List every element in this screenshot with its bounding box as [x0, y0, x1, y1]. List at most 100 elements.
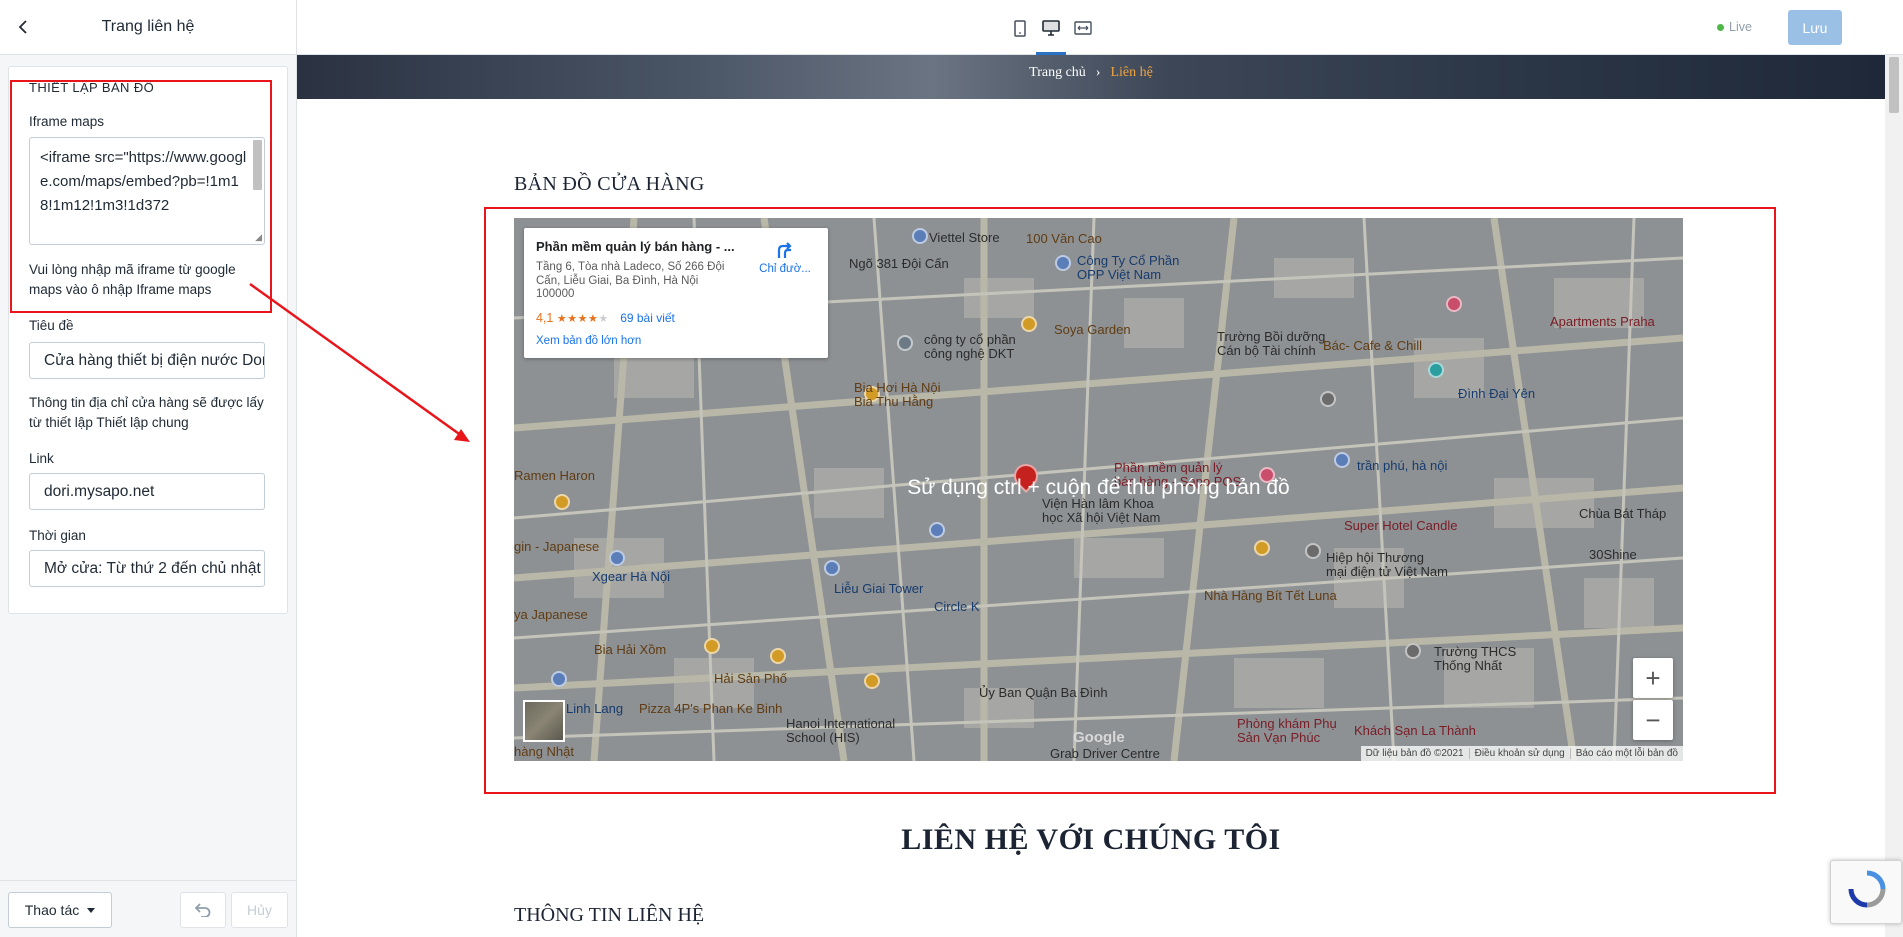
reviews-link[interactable]: 69 bài viết — [620, 311, 675, 325]
report-error-link[interactable]: Báo cáo một lỗi bản đồ — [1569, 748, 1683, 759]
map-poi-icon[interactable] — [704, 638, 720, 654]
map-label: Liễu Giai Tower — [834, 581, 924, 596]
title-label: Tiêu đề — [29, 318, 74, 333]
link-input[interactable]: dori.mysapo.net — [29, 473, 265, 510]
cancel-button[interactable]: Hủy — [231, 892, 288, 928]
view-larger-map-link[interactable]: Xem bản đồ lớn hơn — [536, 335, 641, 347]
actions-dropdown[interactable]: Thao tác — [8, 892, 112, 928]
map-poi-icon[interactable] — [1428, 362, 1444, 378]
map-poi-icon[interactable] — [1254, 540, 1270, 556]
map-label: Hanoi International School (HIS) — [786, 716, 896, 745]
map-poi-icon[interactable] — [609, 550, 625, 566]
store-map-title: BẢN ĐỒ CỬA HÀNG — [514, 173, 705, 195]
directions-button[interactable]: Chỉ đườ... — [752, 240, 818, 275]
map-label: Công Ty Cổ Phần OPP Việt Nam — [1077, 253, 1180, 282]
preview-scrollbar[interactable] — [1885, 55, 1903, 937]
map-attribution: Dữ liệu bản đồ ©2021 Điều khoản sử dụng … — [1360, 746, 1683, 761]
breadcrumb: Trang chủ › Liên hệ — [297, 65, 1885, 81]
map-label: 30Shine — [1589, 547, 1637, 562]
satellite-toggle[interactable] — [523, 700, 565, 742]
page-preview: Trang chủ › Liên hệ BẢN ĐỒ CỬA HÀNG Viet… — [297, 55, 1885, 937]
map-poi-icon[interactable] — [912, 228, 928, 244]
save-button[interactable]: Lưu — [1788, 10, 1842, 45]
map-label: Ngõ 381 Đội Cấn — [849, 256, 949, 271]
title-input[interactable]: Cửa hàng thiết bị điện nước Dori — [29, 342, 265, 379]
directions-icon — [777, 242, 792, 258]
time-input[interactable]: Mở cửa: Từ thứ 2 đến chủ nhật — [29, 550, 265, 587]
map-label: gin - Japanese — [514, 539, 600, 554]
panel-header: Trang liên hệ — [0, 0, 296, 55]
map-poi-icon[interactable] — [929, 522, 945, 538]
map-scroll-hint: Sử dụng ctrl + cuộn để thu phóng bản đồ — [907, 476, 1290, 499]
map-label: Chùa Bát Tháp — [1579, 506, 1667, 521]
map-label: Bác- Cafe & Chill — [1323, 338, 1422, 353]
map-label: Viện Hàn lâm Khoa học Xã hội Việt Nam — [1042, 496, 1161, 525]
map-label: Apartments Praha — [1550, 314, 1655, 329]
google-map-embed[interactable]: Viettel Store 100 Văn Cao Ngõ 381 Đội Cấ… — [514, 218, 1683, 761]
contact-heading: LIÊN HỆ VỚI CHÚNG TÔI — [901, 823, 1281, 856]
map-poi-icon[interactable] — [770, 648, 786, 664]
map-settings-card: THIẾT LẬP BẢN ĐỒ Iframe maps <iframe src… — [8, 66, 288, 614]
place-rating: 4,1 ★★★★★ 69 bài viết — [536, 311, 675, 325]
desktop-icon — [1042, 20, 1060, 36]
mobile-view-button[interactable] — [1009, 17, 1031, 39]
map-poi-icon[interactable] — [824, 560, 840, 576]
textarea-scrollbar[interactable] — [253, 140, 262, 190]
address-help-text: Thông tin địa chỉ cửa hàng sẽ được lấy t… — [29, 395, 264, 430]
map-poi-icon[interactable] — [1305, 543, 1321, 559]
chevron-left-icon — [18, 20, 27, 34]
map-poi-icon[interactable] — [551, 671, 567, 687]
map-poi-icon[interactable] — [1334, 452, 1350, 468]
map-label: trần phú, hà nội — [1357, 458, 1448, 473]
map-poi-icon[interactable] — [864, 673, 880, 689]
map-poi-icon[interactable] — [1320, 391, 1336, 407]
breadcrumb-home[interactable]: Trang chủ — [1029, 65, 1086, 80]
map-label: Phòng khám Phụ Sản Vạn Phúc — [1237, 716, 1337, 745]
map-label: Bia Hải Xồm — [594, 642, 667, 657]
iframe-help-text: Vui lòng nhập mã iframe từ google maps v… — [29, 262, 236, 297]
fullwidth-icon — [1074, 21, 1092, 35]
map-label: Xgear Hà Nội — [592, 569, 671, 584]
rating-value: 4,1 — [536, 311, 554, 325]
terms-link[interactable]: Điều khoản sử dụng — [1468, 748, 1570, 759]
map-label: Đình Đại Yên — [1458, 386, 1536, 401]
undo-button[interactable] — [180, 892, 226, 928]
map-label: Soya Garden — [1054, 322, 1131, 337]
map-poi-icon[interactable] — [897, 335, 913, 351]
map-label: Nhà Hàng Bít Tết Luna — [1204, 588, 1337, 603]
map-label: Super Hotel Candle — [1344, 518, 1458, 533]
contact-info-heading: THÔNG TIN LIÊN HỆ — [514, 904, 705, 926]
recaptcha-badge[interactable] — [1830, 860, 1902, 924]
map-label: Viettel Store — [929, 230, 1000, 245]
map-label: Grab Driver Centre — [1050, 746, 1160, 761]
map-label: Circle K — [934, 599, 980, 614]
zoom-out-button[interactable]: − — [1633, 700, 1673, 740]
map-poi-icon[interactable] — [1055, 255, 1071, 271]
map-label: Hiệp hội Thương mại điện tử Việt Nam — [1326, 550, 1448, 579]
fullwidth-view-button[interactable] — [1072, 17, 1094, 39]
link-label: Link — [29, 451, 54, 466]
map-label: ya Japanese — [514, 607, 588, 622]
desktop-view-button[interactable] — [1036, 17, 1066, 55]
map-poi-icon[interactable] — [1021, 316, 1037, 332]
map-label: công ty cổ phần công nghệ DKT — [924, 332, 1016, 361]
recaptcha-icon — [1848, 870, 1886, 908]
directions-label: Chỉ đườ... — [759, 263, 811, 275]
resize-handle-icon[interactable]: ◢ — [255, 233, 262, 242]
map-label: Trường THCS Thống Nhất — [1434, 644, 1517, 673]
live-label: Live — [1729, 20, 1752, 34]
settings-panel: Trang liên hệ THIẾT LẬP BẢN ĐỒ Iframe ma… — [0, 0, 297, 937]
section-title: THIẾT LẬP BẢN ĐỒ — [29, 80, 155, 95]
map-label: Linh Lang — [566, 701, 624, 716]
map-poi-icon[interactable] — [1405, 643, 1421, 659]
map-poi-icon[interactable] — [1446, 296, 1462, 312]
back-button[interactable] — [10, 14, 36, 40]
map-label: Hải Sản Phố — [714, 671, 787, 686]
panel-footer: Thao tác Hủy — [0, 880, 296, 937]
map-label: 100 Văn Cao — [1026, 231, 1102, 246]
live-status: Live — [1717, 20, 1752, 34]
scrollbar-thumb[interactable] — [1889, 57, 1899, 113]
breadcrumb-separator: › — [1095, 65, 1101, 80]
zoom-in-button[interactable]: + — [1633, 658, 1673, 698]
iframe-textarea[interactable]: <iframe src="https://www.google.com/maps… — [29, 137, 265, 245]
